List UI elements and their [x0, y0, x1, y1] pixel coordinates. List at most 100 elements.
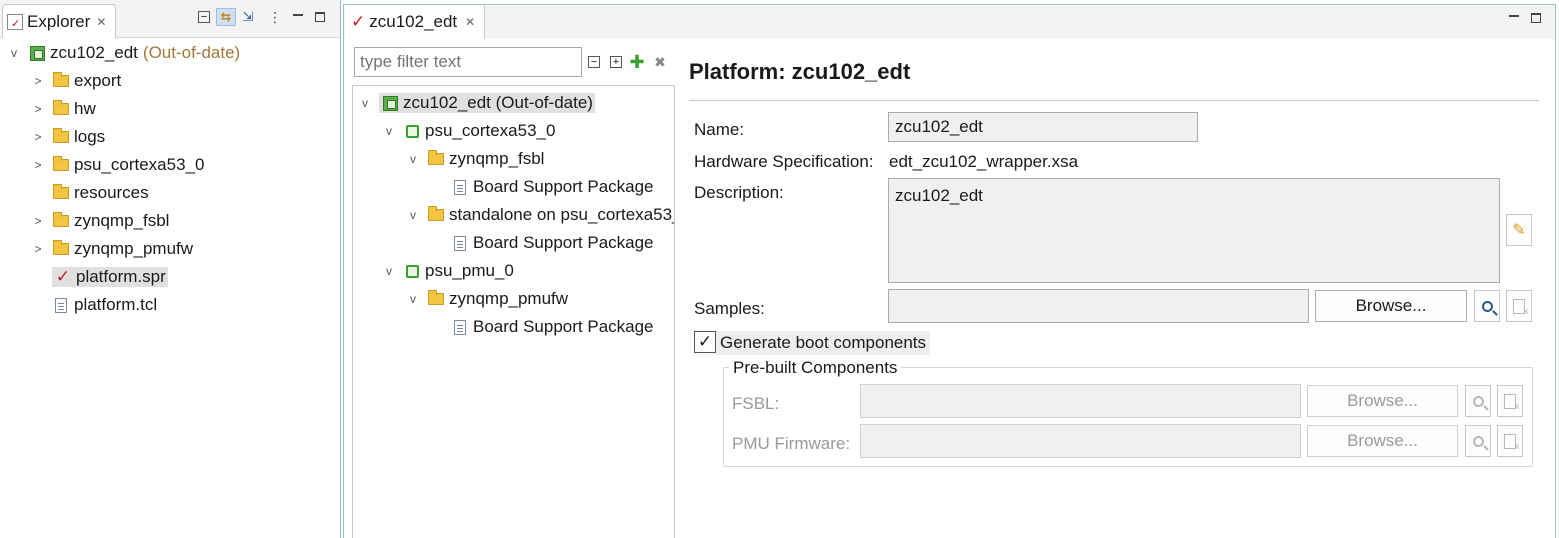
filter-input[interactable] [354, 47, 582, 77]
explorer-tab[interactable]: ✓ Explorer ✕ [2, 4, 116, 38]
folder-icon [52, 240, 70, 257]
tree-item-bsp[interactable]: Board Support Package [429, 174, 654, 200]
tree-item-standalone[interactable]: v standalone on psu_cortexa53_0 [405, 202, 675, 228]
chevron-down-icon[interactable]: v [381, 124, 397, 138]
file-icon [52, 297, 70, 313]
chevron-down-icon[interactable]: v [405, 152, 421, 166]
folder-icon [52, 156, 70, 173]
tree-item-project[interactable]: v zcu102_edt (Out-of-date) [6, 40, 240, 66]
browse-label: Browse... [1355, 296, 1427, 315]
edit-description-button[interactable]: ✎ [1506, 214, 1532, 246]
minimize-icon[interactable] [1504, 9, 1524, 27]
tree-item-label: zynqmp_pmufw [74, 239, 194, 258]
platform-project-icon [28, 45, 46, 61]
tree-item-label: zcu102_edt (Out-of-date) [403, 93, 593, 112]
tree-item-label: export [74, 71, 122, 90]
generate-boot-label[interactable]: Generate boot components [716, 331, 931, 355]
maximize-icon[interactable] [310, 8, 330, 26]
processor-chip-icon [403, 263, 421, 279]
hw-spec-label: Hardware Specification: [694, 152, 874, 171]
chevron-right-icon[interactable]: > [30, 130, 46, 144]
editor-tab-label: zcu102_edt [369, 12, 458, 31]
tree-item-platform-tcl[interactable]: platform.tcl [30, 292, 157, 318]
tree-item-zynqmp-fsbl[interactable]: > zynqmp_fsbl [30, 208, 169, 234]
pmu-search-button[interactable] [1465, 425, 1491, 457]
pencil-icon: ✎ [1512, 222, 1526, 239]
chevron-down-icon[interactable]: v [6, 46, 22, 60]
browse-label: Browse... [1347, 391, 1418, 410]
collapse-all-icon[interactable]: − [194, 8, 214, 26]
tree-item-label: platform.spr [76, 267, 166, 286]
expand-all-icon[interactable]: + [607, 53, 625, 71]
tree-item-bsp[interactable]: Board Support Package [429, 230, 654, 256]
platform-project-icon [381, 95, 399, 111]
domain-folder-icon [427, 206, 445, 223]
tree-item-bsp[interactable]: Board Support Package [429, 314, 654, 340]
selected-item-highlight: ✓ platform.spr [52, 267, 168, 287]
pmu-firmware-field[interactable] [860, 424, 1301, 458]
editor-tab[interactable]: ✓ zcu102_edt ✕ [345, 5, 485, 39]
folder-icon [52, 72, 70, 89]
chevron-down-icon[interactable]: v [357, 96, 373, 110]
pmu-clear-button[interactable] [1497, 425, 1523, 457]
add-icon[interactable]: ✚ [628, 52, 646, 72]
close-icon[interactable]: ✕ [465, 15, 475, 29]
folder-icon [52, 128, 70, 145]
tree-item-psu-pmu[interactable]: v psu_pmu_0 [381, 258, 514, 284]
chevron-right-icon[interactable]: > [30, 158, 46, 172]
pmu-firmware-label: PMU Firmware: [732, 434, 851, 453]
search-icon [1472, 435, 1484, 447]
pmu-browse-button[interactable]: Browse... [1307, 425, 1458, 457]
name-field[interactable]: zcu102_edt [888, 112, 1198, 142]
samples-field[interactable] [888, 289, 1309, 323]
fsbl-search-button[interactable] [1465, 385, 1491, 417]
maximize-icon[interactable] [1526, 9, 1546, 27]
chevron-down-icon[interactable]: v [405, 208, 421, 222]
tree-item-label: psu_cortexa53_0 [74, 155, 205, 174]
platform-tree: v zcu102_edt (Out-of-date) v psu_cortexa… [352, 85, 675, 538]
chevron-right-icon[interactable]: > [30, 74, 46, 88]
tree-item-resources[interactable]: resources [30, 180, 149, 206]
chevron-right-icon[interactable]: > [30, 214, 46, 228]
description-field[interactable]: zcu102_edt [888, 178, 1500, 283]
folder-icon [52, 100, 70, 117]
tree-item-export[interactable]: > export [30, 68, 121, 94]
close-icon[interactable]: ✕ [96, 15, 106, 29]
tree-item-label: zcu102_edt [50, 43, 138, 62]
folder-icon [52, 212, 70, 229]
tree-item-hw[interactable]: > hw [30, 96, 96, 122]
tree-item-psu-cortexa53[interactable]: > psu_cortexa53_0 [30, 152, 204, 178]
clear-button[interactable] [1506, 290, 1532, 322]
generate-boot-checkbox[interactable]: ✓ [694, 331, 716, 353]
tree-item-zynqmp-pmufw[interactable]: v zynqmp_pmufw [405, 286, 568, 312]
samples-browse-button[interactable]: Browse... [1315, 290, 1467, 322]
chevron-down-icon[interactable]: v [381, 264, 397, 278]
minimize-icon[interactable] [288, 8, 308, 26]
tree-item-label: resources [74, 183, 149, 202]
tree-item-platform[interactable]: v zcu102_edt (Out-of-date) [357, 90, 595, 116]
xilinx-logo-icon: ✓ [351, 12, 366, 31]
tree-item-platform-spr[interactable]: ✓ platform.spr [30, 264, 168, 290]
search-icon [1472, 395, 1484, 407]
tree-item-label: standalone on psu_cortexa53_0 [449, 205, 675, 224]
fsbl-browse-button[interactable]: Browse... [1307, 385, 1458, 417]
browse-label: Browse... [1347, 431, 1418, 450]
tree-item-label: hw [74, 99, 96, 118]
tree-item-logs[interactable]: > logs [30, 124, 105, 150]
tree-item-zynqmp-fsbl[interactable]: v zynqmp_fsbl [405, 146, 544, 172]
tree-item-zynqmp-pmufw[interactable]: > zynqmp_pmufw [30, 236, 193, 262]
view-menu-icon[interactable]: ⋮ [265, 8, 285, 26]
tree-item-psu-cortexa53[interactable]: v psu_cortexa53_0 [381, 118, 555, 144]
chevron-right-icon[interactable]: > [30, 102, 46, 116]
search-icon [1481, 300, 1493, 312]
fsbl-field[interactable] [860, 384, 1301, 418]
collapse-all-icon[interactable]: − [585, 53, 603, 71]
delete-icon[interactable]: ✖ [651, 53, 669, 71]
chevron-right-icon[interactable]: > [30, 242, 46, 256]
filter-icon[interactable]: ⇲ [238, 8, 258, 26]
chevron-down-icon[interactable]: v [405, 292, 421, 306]
search-button[interactable] [1474, 290, 1500, 322]
fsbl-clear-button[interactable] [1497, 385, 1523, 417]
link-with-editor-icon[interactable]: ⇆ [216, 8, 236, 26]
description-label: Description: [694, 183, 784, 202]
